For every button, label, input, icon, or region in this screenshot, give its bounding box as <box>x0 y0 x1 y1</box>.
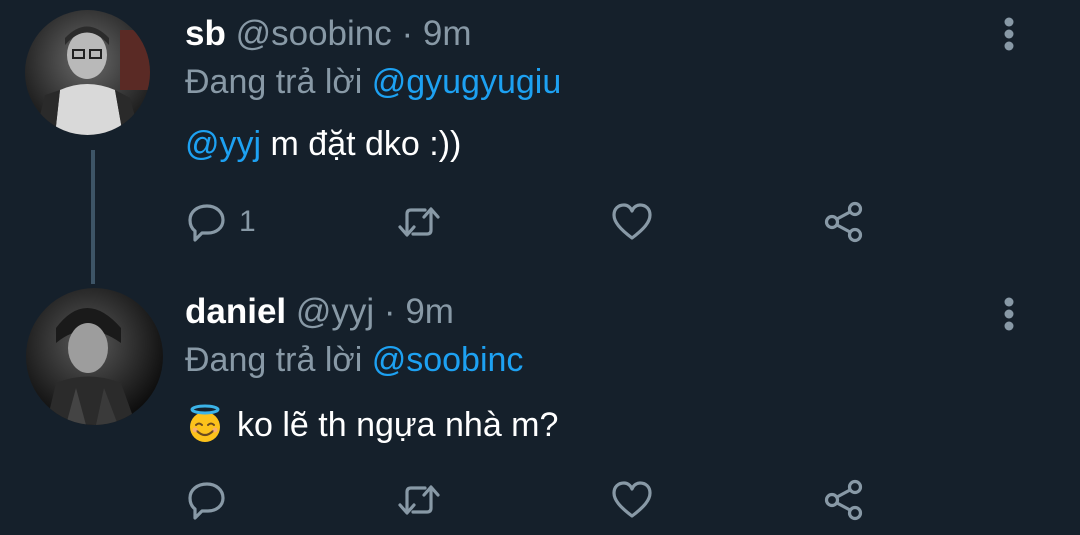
body-text: ko lẽ th ngựa nhà m? <box>237 406 559 444</box>
avatar[interactable] <box>25 10 150 135</box>
like-icon <box>612 481 652 518</box>
like-icon <box>612 203 652 240</box>
tweet-header: daniel @yyj · 9m <box>185 292 454 332</box>
replying-to-mention[interactable]: @soobinc <box>372 341 524 379</box>
reply-icon <box>188 482 225 520</box>
more-options-icon[interactable] <box>999 14 1019 54</box>
tweet-text: @yyj m đặt dko :)) <box>185 124 461 164</box>
retweet-icon <box>398 485 440 515</box>
smiling-face-with-halo-emoji <box>190 404 220 442</box>
tweet[interactable]: daniel @yyj · 9m Đang trả lời @soobinc k… <box>0 280 1080 535</box>
reply-button[interactable] <box>185 478 239 522</box>
tweet-actions <box>185 478 885 522</box>
reply-count: 1 <box>239 205 256 238</box>
like-button[interactable] <box>610 478 654 522</box>
separator-dot: · <box>401 14 414 53</box>
tweet-actions: 1 <box>185 200 885 244</box>
like-button[interactable] <box>610 200 654 244</box>
replying-to-label: Đang trả lời <box>185 63 363 101</box>
tweet-thread: sb @soobinc · 9m Đang trả lời @gyugyugiu… <box>0 0 1080 535</box>
retweet-icon <box>398 207 440 237</box>
reply-icon <box>188 204 225 242</box>
user-handle[interactable]: @soobinc <box>236 14 392 53</box>
timestamp[interactable]: 9m <box>405 292 454 331</box>
reply-button[interactable]: 1 <box>185 200 256 244</box>
share-button[interactable] <box>822 200 866 244</box>
share-icon <box>824 201 863 243</box>
share-icon <box>824 479 863 521</box>
body-mention[interactable]: @yyj <box>185 125 261 163</box>
retweet-button[interactable] <box>395 478 443 522</box>
separator-dot: · <box>383 292 396 331</box>
replying-to-label: Đang trả lời <box>185 341 363 379</box>
body-text: m đặt dko :)) <box>261 125 462 163</box>
retweet-button[interactable] <box>395 200 443 244</box>
tweet-text: ko lẽ th ngựa nhà m? <box>185 404 558 445</box>
user-handle[interactable]: @yyj <box>296 292 374 331</box>
replying-to: Đang trả lời @soobinc <box>185 340 523 380</box>
display-name[interactable]: daniel <box>185 292 286 331</box>
tweet[interactable]: sb @soobinc · 9m Đang trả lời @gyugyugiu… <box>0 0 1080 280</box>
tweet-header: sb @soobinc · 9m <box>185 14 472 54</box>
display-name[interactable]: sb <box>185 14 226 53</box>
replying-to-mention[interactable]: @gyugyugiu <box>372 63 562 101</box>
avatar[interactable] <box>26 288 163 425</box>
replying-to: Đang trả lời @gyugyugiu <box>185 62 561 102</box>
more-options-icon[interactable] <box>999 294 1019 334</box>
timestamp[interactable]: 9m <box>423 14 472 53</box>
share-button[interactable] <box>822 478 866 522</box>
